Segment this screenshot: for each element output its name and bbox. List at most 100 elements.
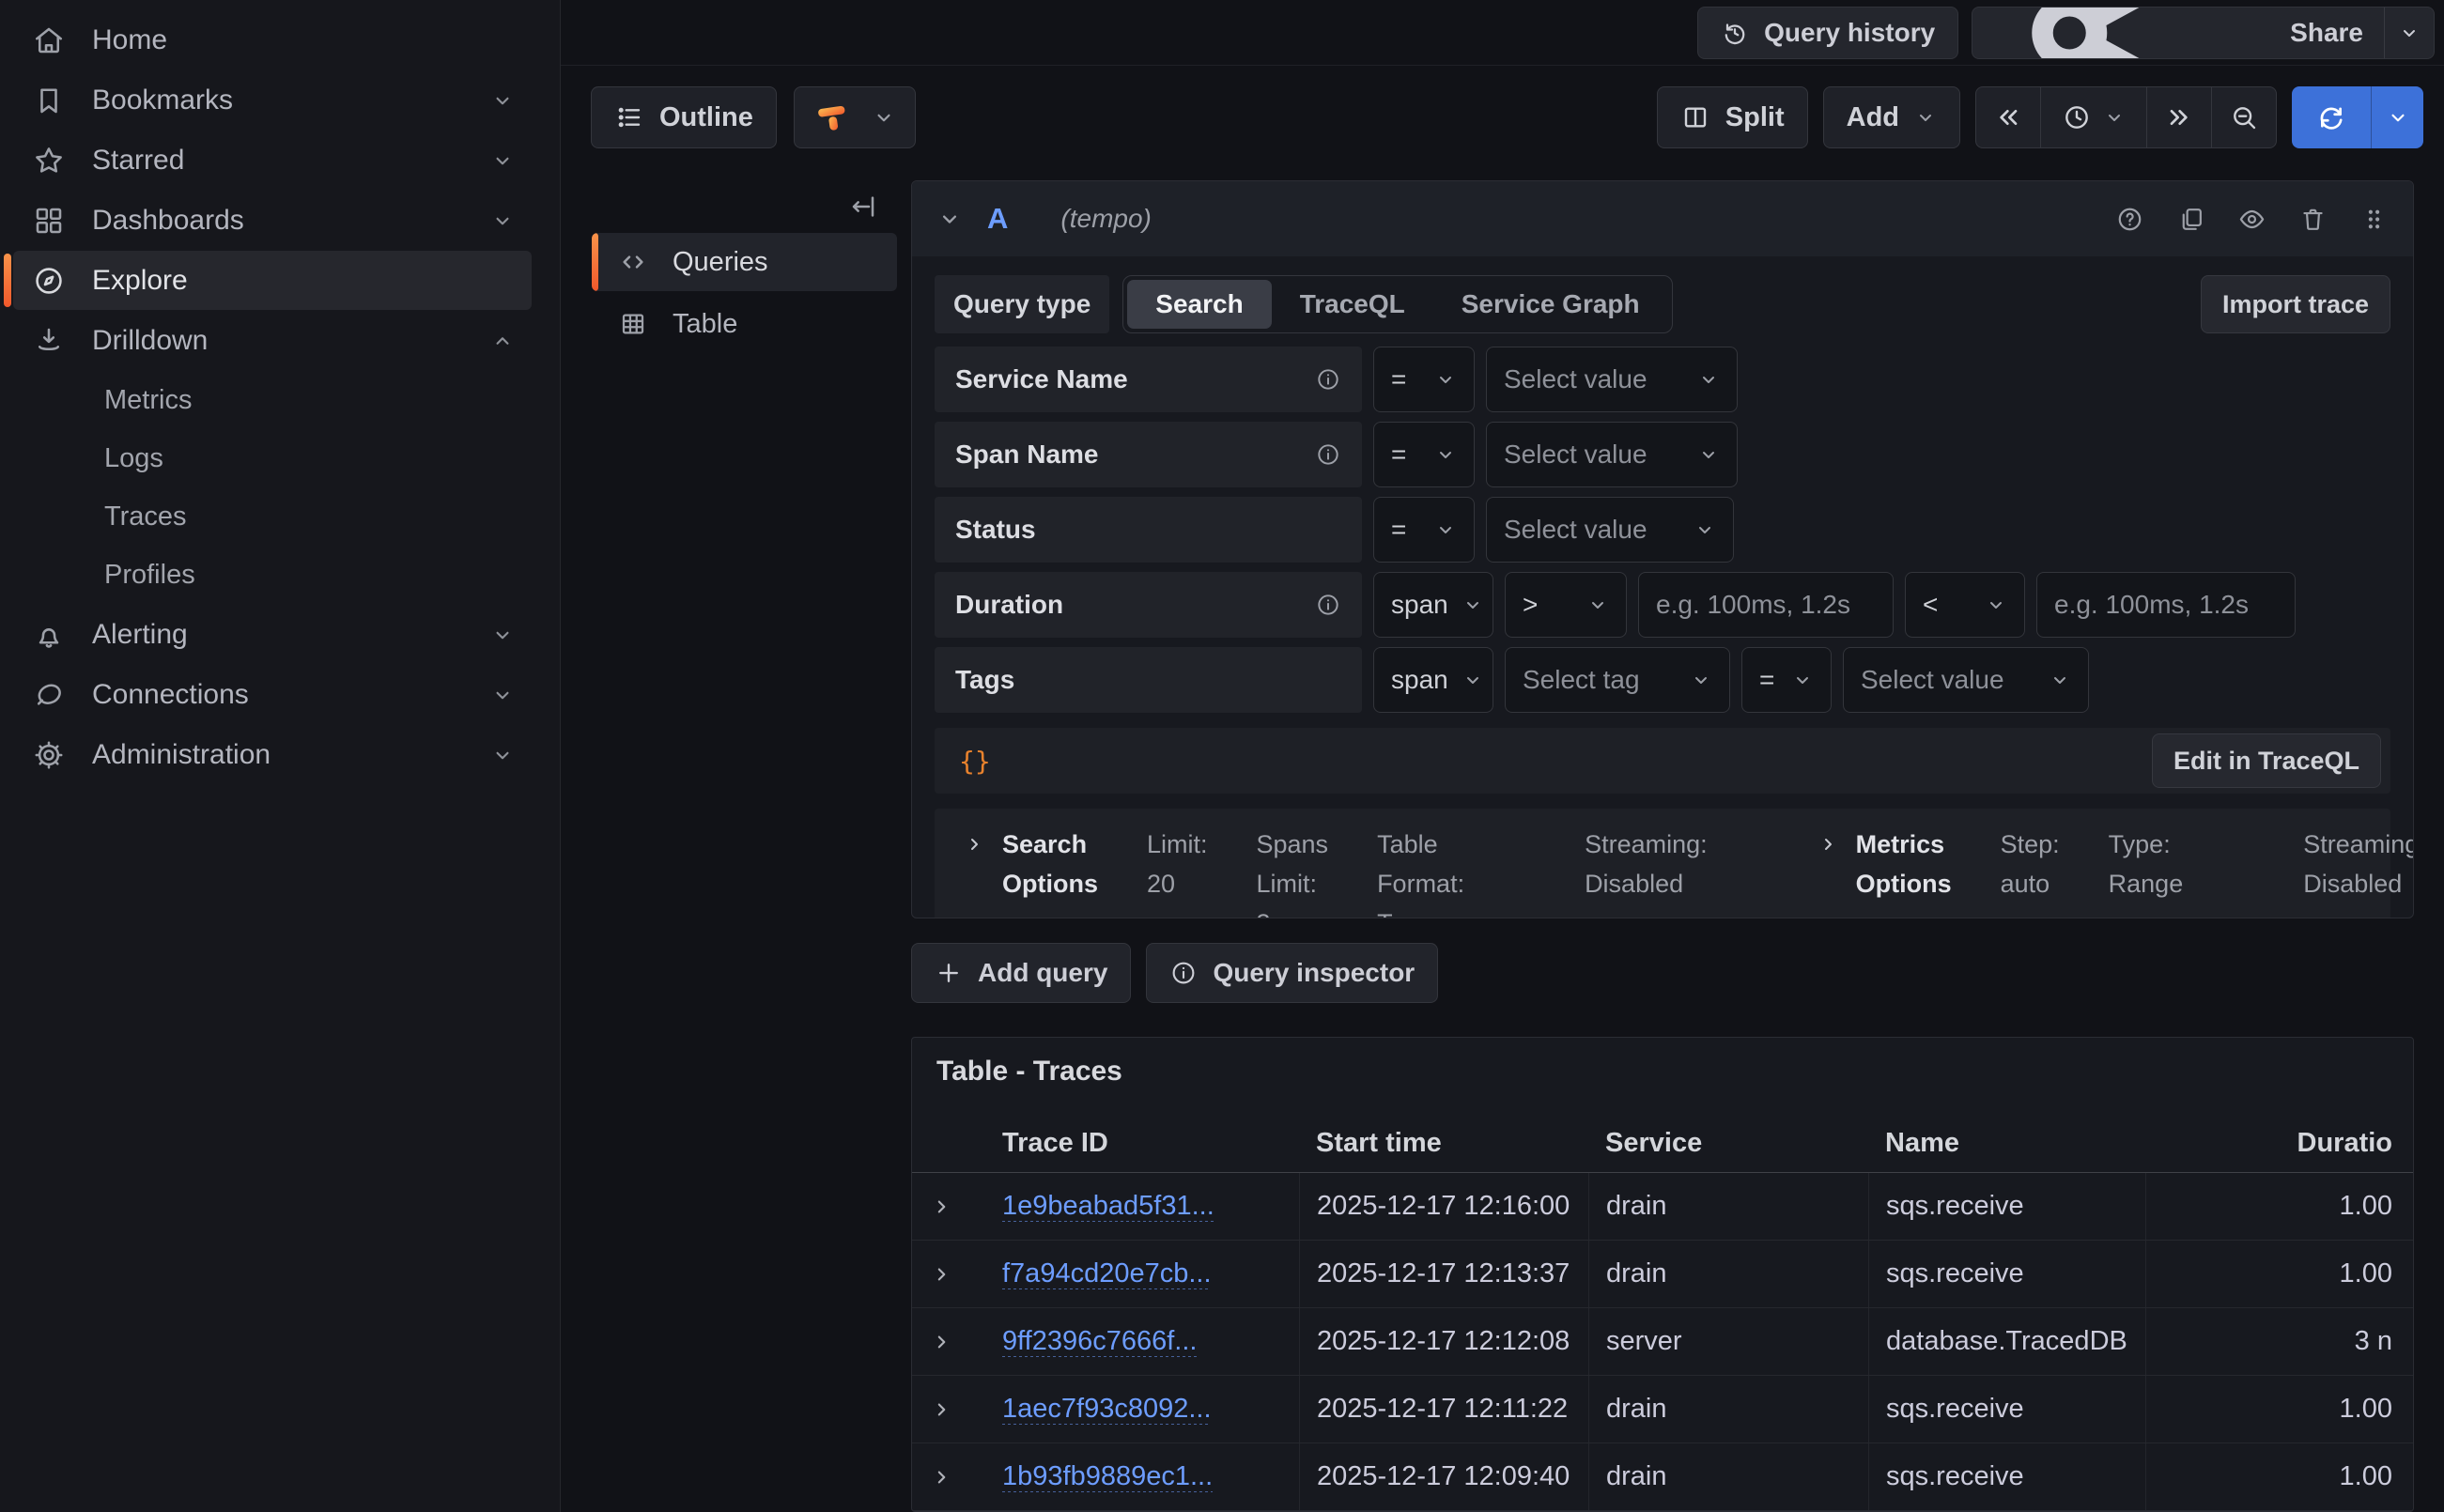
duration-max-operator-select[interactable]: <: [1905, 572, 2025, 638]
home-icon: [32, 23, 66, 57]
select-placeholder: Select value: [1861, 665, 2004, 695]
tags-scope-select[interactable]: span: [1373, 647, 1493, 713]
query-inspector-button[interactable]: Query inspector: [1146, 943, 1438, 1003]
trace-id-link[interactable]: 1b93fb9889ec1...: [1002, 1461, 1213, 1491]
add-dropdown-button[interactable]: Add: [1823, 86, 1960, 148]
sidebar-item-dashboards[interactable]: Dashboards: [13, 191, 532, 250]
time-range-picker-button[interactable]: [2041, 87, 2147, 147]
column-header-start-time[interactable]: Start time: [1299, 1128, 1588, 1159]
service-name-operator-select[interactable]: =: [1373, 347, 1475, 412]
chevron-down-icon[interactable]: [490, 208, 515, 233]
trace-id-link[interactable]: 1e9beabad5f31...: [1002, 1191, 1214, 1221]
query-type-traceql[interactable]: TraceQL: [1272, 280, 1433, 329]
rail-item-table[interactable]: Table: [592, 295, 897, 353]
status-operator-select[interactable]: =: [1373, 497, 1475, 563]
run-interval-dropdown[interactable]: [2371, 86, 2423, 148]
duration-max-input[interactable]: [2036, 572, 2296, 638]
sidebar-item-connections[interactable]: Connections: [13, 665, 532, 724]
sidebar-subitem-label: Traces: [104, 501, 187, 532]
duration-min-operator-select[interactable]: >: [1505, 572, 1627, 638]
eye-icon[interactable]: [2237, 205, 2266, 234]
sidebar-item-drilldown[interactable]: Drilldown: [13, 311, 532, 370]
sidebar-item-bookmarks[interactable]: Bookmarks: [13, 70, 532, 130]
info-icon[interactable]: [1315, 366, 1341, 393]
sidebar-item-metrics[interactable]: Metrics: [13, 371, 532, 429]
scope-value: span: [1391, 665, 1448, 695]
sidebar-item-logs[interactable]: Logs: [13, 429, 532, 487]
row-expander[interactable]: [912, 1397, 970, 1422]
sidebar-item-starred[interactable]: Starred: [13, 131, 532, 190]
time-shift-forward-button[interactable]: [2147, 87, 2212, 147]
chevron-down-icon[interactable]: [490, 88, 515, 113]
row-expander[interactable]: [912, 1465, 970, 1489]
sidebar-item-alerting[interactable]: Alerting: [13, 605, 532, 664]
sidebar-item-label: Connections: [92, 679, 490, 711]
time-shift-back-button[interactable]: [1976, 87, 2041, 147]
top-bar: Query history Share: [561, 0, 2444, 66]
chevron-down-icon[interactable]: [490, 743, 515, 767]
query-type-service-graph[interactable]: Service Graph: [1433, 280, 1668, 329]
rail-item-queries[interactable]: Queries: [592, 233, 897, 291]
column-header-service[interactable]: Service: [1588, 1128, 1868, 1159]
row-expander[interactable]: [912, 1195, 970, 1219]
copy-icon[interactable]: [2176, 205, 2205, 234]
import-trace-button[interactable]: Import trace: [2201, 275, 2390, 333]
query-ref-id[interactable]: A: [987, 202, 1008, 236]
split-button[interactable]: Split: [1657, 86, 1808, 148]
info-icon[interactable]: [1315, 441, 1341, 468]
edit-in-traceql-button[interactable]: Edit in TraceQL: [2152, 733, 2381, 788]
chevron-down-icon[interactable]: [490, 683, 515, 707]
outline-button[interactable]: Outline: [591, 86, 777, 148]
zoom-out-time-button[interactable]: [2212, 87, 2276, 147]
share-dropdown-toggle[interactable]: [2384, 8, 2434, 58]
row-expander[interactable]: [912, 1330, 970, 1354]
collapse-rail-icon[interactable]: [848, 192, 878, 222]
metrics-options-title[interactable]: Metrics Options: [1856, 825, 1952, 904]
drag-handle-icon[interactable]: [2359, 205, 2389, 234]
sidebar-item-label: Dashboards: [92, 205, 490, 237]
trace-id-link[interactable]: 9ff2396c7666f...: [1002, 1326, 1197, 1356]
column-header-name[interactable]: Name: [1868, 1128, 2145, 1159]
tags-operator-select[interactable]: =: [1741, 647, 1832, 713]
datasource-picker[interactable]: [794, 86, 916, 148]
refresh-run-button[interactable]: [2292, 86, 2371, 148]
span-name-operator-select[interactable]: =: [1373, 422, 1475, 487]
tags-tag-select[interactable]: Select tag: [1505, 647, 1730, 713]
share-icon: [1993, 7, 2275, 59]
sidebar-item-profiles[interactable]: Profiles: [13, 546, 532, 604]
chevron-down-icon[interactable]: [490, 623, 515, 647]
row-expander[interactable]: [912, 1262, 970, 1287]
start-time-cell: 2025-12-17 12:11:22: [1317, 1394, 1568, 1425]
status-value-select[interactable]: Select value: [1486, 497, 1734, 563]
tags-value-select[interactable]: Select value: [1843, 647, 2089, 713]
metrics-options-chevron-icon[interactable]: [1817, 833, 1839, 856]
chevron-up-icon[interactable]: [490, 329, 515, 353]
column-header-duration[interactable]: Duratio: [2145, 1128, 2413, 1159]
sidebar-item-traces[interactable]: Traces: [13, 487, 532, 546]
rail-item-label: Queries: [673, 247, 768, 278]
trace-id-link[interactable]: f7a94cd20e7cb...: [1002, 1258, 1212, 1288]
column-header-trace-id[interactable]: Trace ID: [970, 1128, 1299, 1159]
search-options-chevron-icon[interactable]: [963, 833, 985, 856]
collapse-query-chevron-icon[interactable]: [936, 206, 963, 232]
chevron-down-icon[interactable]: [490, 148, 515, 173]
sidebar-item-explore[interactable]: Explore: [13, 251, 532, 310]
share-button[interactable]: Share: [1972, 7, 2435, 59]
info-icon[interactable]: [1315, 592, 1341, 618]
duration-min-input[interactable]: [1638, 572, 1894, 638]
share-button-main[interactable]: Share: [1972, 8, 2384, 58]
add-query-button[interactable]: Add query: [911, 943, 1131, 1003]
trace-id-link[interactable]: 1aec7f93c8092...: [1002, 1394, 1212, 1424]
traces-table: Trace ID Start time Service Name Duratio…: [912, 1115, 2413, 1511]
span-name-value-select[interactable]: Select value: [1486, 422, 1738, 487]
trash-icon[interactable]: [2298, 205, 2328, 234]
sidebar-item-home[interactable]: Home: [13, 10, 532, 69]
service-name-value-select[interactable]: Select value: [1486, 347, 1738, 412]
query-type-search[interactable]: Search: [1127, 280, 1271, 329]
chevron-down-icon: [2386, 105, 2410, 130]
sidebar-item-administration[interactable]: Administration: [13, 725, 532, 784]
help-icon[interactable]: [2115, 205, 2144, 234]
search-options-title[interactable]: Search Options: [1002, 825, 1098, 904]
query-history-button[interactable]: Query history: [1697, 7, 1958, 59]
duration-scope-select[interactable]: span: [1373, 572, 1493, 638]
